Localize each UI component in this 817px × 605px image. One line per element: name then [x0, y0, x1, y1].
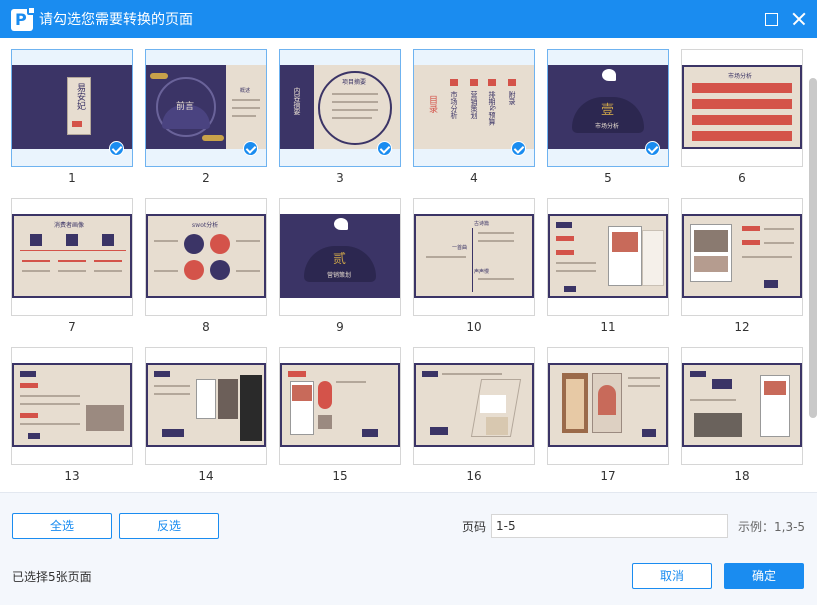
selected-check-icon[interactable]: [377, 141, 392, 156]
slide-side-label: 概述: [240, 88, 251, 94]
selected-count-text: 已选择5张页面: [12, 570, 92, 584]
slide-preview: 市场分析: [682, 65, 802, 149]
slide-preview: [682, 214, 802, 298]
toc-item: 排期&预算: [488, 91, 496, 126]
page-thumbnail-8[interactable]: swot分析: [145, 198, 267, 316]
slide-preview: [280, 363, 400, 447]
page-number: 6: [738, 171, 746, 185]
slide-numeral: 壹: [601, 103, 615, 118]
slide-preview: 消费者画像: [12, 214, 132, 298]
page-thumbnail-16[interactable]: [413, 347, 535, 465]
page-range-label: 页码: [462, 520, 487, 534]
page-number: 5: [604, 171, 612, 185]
slide-preview: 壹 市场分析: [548, 65, 668, 149]
page-thumbnail-grid: 易安妃 前言 概述 内容摘要 项目摘要 目录 市场分析 营销策划 排期&预算 附…: [0, 38, 817, 492]
page-number: 18: [734, 469, 750, 483]
toc-item: 市场分析: [450, 91, 458, 119]
page-number: 14: [198, 469, 214, 483]
page-thumbnail-12[interactable]: [681, 198, 803, 316]
page-thumbnail-6[interactable]: 市场分析: [681, 49, 803, 167]
slide-preview: [146, 363, 266, 447]
slide-preview: 前言 概述: [146, 65, 266, 149]
slide-text: 声声慢: [474, 269, 490, 275]
cancel-button[interactable]: 取消: [632, 563, 712, 589]
page-number: 4: [470, 171, 478, 185]
page-number: 15: [332, 469, 348, 483]
page-thumbnail-11[interactable]: [547, 198, 669, 316]
slide-preview: [548, 363, 668, 447]
page-thumbnail-9[interactable]: 贰 营销策划: [279, 198, 401, 316]
page-thumbnail-1[interactable]: 易安妃: [11, 49, 133, 167]
title-bar: P 请勾选您需要转换的页面: [0, 0, 817, 38]
page-thumbnail-7[interactable]: 消费者画像: [11, 198, 133, 316]
slide-heading: 项目摘要: [342, 79, 367, 86]
selected-check-icon[interactable]: [243, 141, 258, 156]
page-number: 17: [600, 469, 616, 483]
page-number: 12: [734, 320, 750, 334]
page-number: 2: [202, 171, 210, 185]
page-range-example: 示例：1,3-5: [738, 520, 806, 534]
invert-selection-button[interactable]: 反选: [119, 513, 219, 539]
page-number: 10: [466, 320, 482, 334]
slide-preview: 内容摘要 项目摘要: [280, 65, 400, 149]
selected-check-icon[interactable]: [511, 141, 526, 156]
page-number: 9: [336, 320, 344, 334]
slide-heading: 目录: [427, 95, 437, 113]
slide-preview: 目录 市场分析 营销策划 排期&预算 附录: [414, 65, 534, 149]
slide-text: 古诗篇: [474, 221, 490, 227]
slide-subtitle: 营销策划: [327, 272, 352, 279]
close-icon[interactable]: [788, 8, 810, 30]
slide-preview: [682, 363, 802, 447]
page-number: 7: [68, 320, 76, 334]
slide-preview: 古诗篇 一首曲 声声慢: [414, 214, 534, 298]
page-range-input[interactable]: [491, 514, 728, 538]
slide-preview: [414, 363, 534, 447]
slide-heading: swot分析: [192, 222, 219, 229]
page-thumbnail-18[interactable]: [681, 347, 803, 465]
page-number: 3: [336, 171, 344, 185]
app-logo-icon: P: [11, 6, 36, 31]
dialog-title: 请勾选您需要转换的页面: [39, 12, 193, 28]
dialog-footer: 全选 反选 页码 示例：1,3-5 已选择5张页面 取消 确定: [0, 492, 817, 605]
slide-preview: [12, 363, 132, 447]
maximize-icon[interactable]: [760, 8, 782, 30]
toc-item: 附录: [508, 91, 516, 105]
selected-check-icon[interactable]: [109, 141, 124, 156]
page-thumbnail-3[interactable]: 内容摘要 项目摘要: [279, 49, 401, 167]
confirm-button[interactable]: 确定: [724, 563, 804, 589]
page-thumbnail-14[interactable]: [145, 347, 267, 465]
slide-heading: 市场分析: [728, 73, 753, 80]
slide-preview: 贰 营销策划: [280, 214, 400, 298]
page-thumbnail-2[interactable]: 前言 概述: [145, 49, 267, 167]
page-number: 16: [466, 469, 482, 483]
page-thumbnail-13[interactable]: [11, 347, 133, 465]
slide-heading: 消费者画像: [54, 222, 85, 229]
page-number: 1: [68, 171, 76, 185]
page-thumbnail-17[interactable]: [547, 347, 669, 465]
slide-preview: [548, 214, 668, 298]
vertical-scrollbar[interactable]: [809, 78, 817, 418]
slide-subtitle: 市场分析: [595, 123, 620, 130]
page-number: 13: [64, 469, 80, 483]
slide-preview: swot分析: [146, 214, 266, 298]
slide-side-title: 内容摘要: [293, 87, 301, 115]
slide-title: 易安妃: [75, 83, 85, 110]
page-number: 8: [202, 320, 210, 334]
slide-text: 一首曲: [452, 245, 468, 251]
page-thumbnail-15[interactable]: [279, 347, 401, 465]
select-all-button[interactable]: 全选: [12, 513, 112, 539]
page-thumbnail-4[interactable]: 目录 市场分析 营销策划 排期&预算 附录: [413, 49, 535, 167]
page-thumbnail-5[interactable]: 壹 市场分析: [547, 49, 669, 167]
slide-title: 前言: [176, 102, 195, 112]
slide-preview: 易安妃: [12, 65, 132, 149]
page-thumbnail-10[interactable]: 古诗篇 一首曲 声声慢: [413, 198, 535, 316]
slide-numeral: 贰: [333, 252, 347, 267]
page-number: 11: [600, 320, 616, 334]
selected-check-icon[interactable]: [645, 141, 660, 156]
toc-item: 营销策划: [470, 91, 478, 119]
